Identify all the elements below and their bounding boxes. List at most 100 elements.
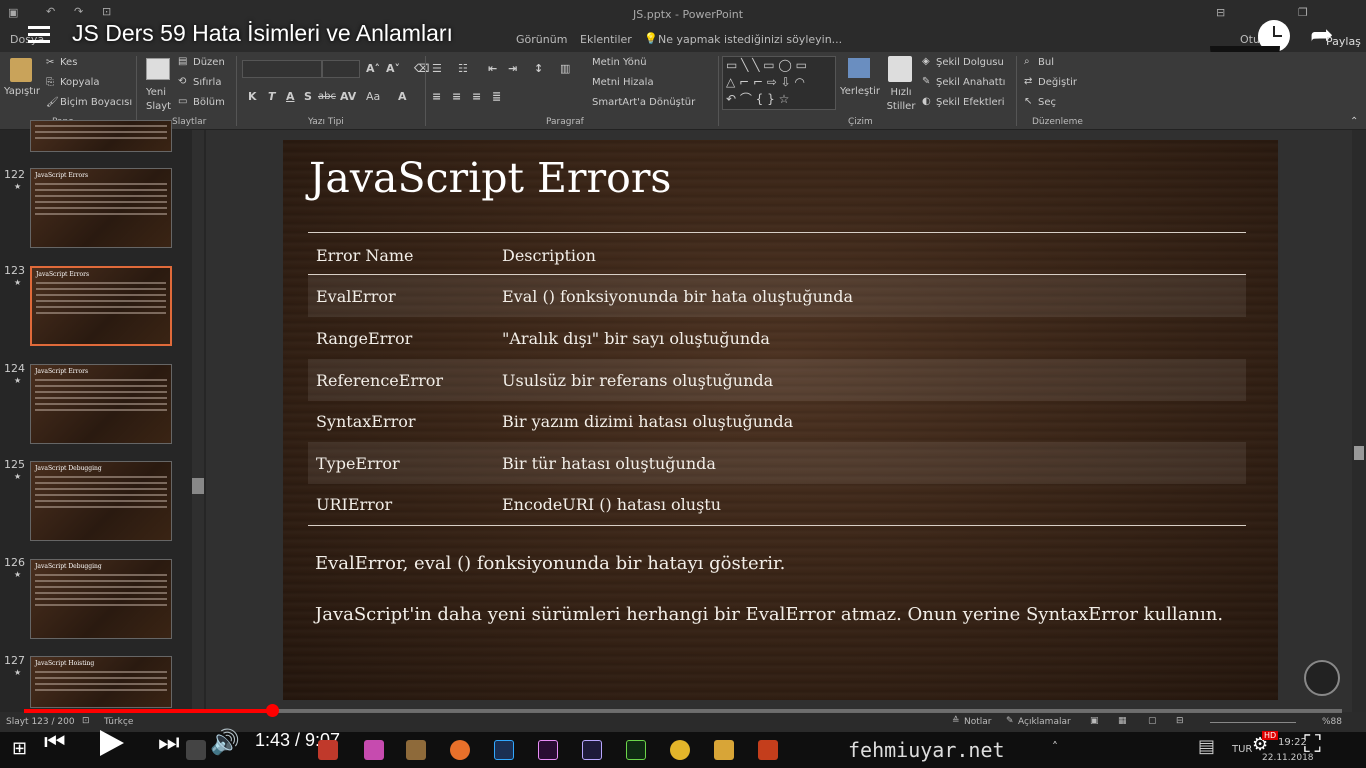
channel-logo[interactable]: [1304, 660, 1340, 696]
slide-thumbnail-125[interactable]: JavaScript Debugging: [30, 461, 172, 541]
shadow-button[interactable]: S: [304, 90, 312, 103]
justify-icon[interactable]: ≣: [492, 90, 501, 103]
find-icon[interactable]: ⌕: [1024, 56, 1030, 67]
windows-start-icon[interactable]: ⊞: [12, 738, 27, 759]
after-effects-icon[interactable]: [582, 740, 602, 760]
quick-styles-icon[interactable]: [888, 56, 912, 82]
smartart-button[interactable]: SmartArt'a Dönüştür: [592, 97, 695, 108]
italic-button[interactable]: T: [268, 90, 276, 103]
sorter-view-icon[interactable]: ▦: [1118, 716, 1127, 726]
table-row[interactable]: TypeError Bir tür hatası oluştuğunda: [308, 442, 1246, 484]
grow-font-icon[interactable]: A˄: [366, 62, 380, 75]
decrease-indent-icon[interactable]: ⇤: [488, 62, 497, 75]
bullets-icon[interactable]: ☰: [432, 62, 442, 75]
app-icon[interactable]: [318, 740, 338, 760]
share-label[interactable]: Paylaş: [1326, 35, 1361, 48]
video-title[interactable]: JS Ders 59 Hata İsimleri ve Anlamları: [72, 20, 453, 47]
reading-view-icon[interactable]: ▢: [1148, 716, 1157, 726]
select-button[interactable]: Seç: [1038, 97, 1056, 108]
premiere-icon[interactable]: [538, 740, 558, 760]
table-row[interactable]: SyntaxError Bir yazım dizimi hatası oluş…: [308, 400, 1246, 442]
menu-icon[interactable]: [28, 26, 50, 44]
notes-button[interactable]: Notlar: [964, 717, 991, 727]
previous-icon[interactable]: ⏮: [44, 728, 66, 756]
align-center-icon[interactable]: ≡: [452, 90, 461, 103]
section-icon[interactable]: ▭: [178, 96, 187, 107]
text-direction-button[interactable]: Metin Yönü: [592, 57, 647, 68]
zoom-slider[interactable]: [1210, 722, 1296, 723]
clear-format-icon[interactable]: ⌫: [414, 62, 430, 75]
line-spacing-icon[interactable]: ↕: [534, 62, 543, 75]
slide-thumbnail-124[interactable]: JavaScript Errors: [30, 364, 172, 444]
replace-button[interactable]: Değiştir: [1038, 77, 1077, 88]
reset-icon[interactable]: ⟲: [178, 76, 186, 87]
proofing-icon[interactable]: ⊡: [82, 716, 90, 726]
undo-icon[interactable]: ↶: [46, 5, 55, 18]
new-slide-button[interactable]: Yeni Slayt: [146, 86, 174, 114]
char-spacing-button[interactable]: AV: [340, 90, 356, 103]
dreamweaver-icon[interactable]: [626, 740, 646, 760]
font-size-input[interactable]: [322, 60, 360, 78]
table-header-row[interactable]: Error Name Description: [308, 234, 1246, 276]
file-explorer-icon[interactable]: [714, 740, 734, 760]
menu-view[interactable]: Görünüm: [516, 33, 567, 46]
strikethrough-button[interactable]: abc: [318, 91, 336, 102]
align-right-icon[interactable]: ≡: [472, 90, 481, 103]
shapes-gallery[interactable]: ▭ ╲ ╲ ▭ ◯ ▭ △ ⌐ ⌐ ⇨ ⇩ ◠ ↶ ⌒ { } ☆: [722, 56, 836, 110]
zoom-level[interactable]: %88: [1322, 717, 1342, 727]
copy-button[interactable]: Kopyala: [60, 77, 99, 88]
shrink-font-icon[interactable]: A˅: [386, 62, 400, 75]
paste-button[interactable]: Yapıştır: [4, 86, 40, 97]
slide-thumbnail-127[interactable]: JavaScript Hoisting: [30, 656, 172, 708]
menu-addins[interactable]: Eklentiler: [580, 33, 632, 46]
user-name[interactable]: Otu: [1240, 33, 1260, 46]
language-status[interactable]: Türkçe: [104, 717, 133, 727]
align-left-icon[interactable]: ≡: [432, 90, 441, 103]
redo-icon[interactable]: ↷: [74, 5, 83, 18]
slide-scrollbar[interactable]: [1352, 130, 1366, 712]
powerpoint-icon[interactable]: [758, 740, 778, 760]
slide-paragraph-1[interactable]: EvalError, eval () fonksiyonunda bir hat…: [315, 551, 1235, 576]
paint-icon[interactable]: [406, 740, 426, 760]
copy-icon[interactable]: ⎘: [46, 77, 54, 88]
photoshop-icon[interactable]: [494, 740, 514, 760]
play-icon[interactable]: [100, 730, 124, 756]
tell-me-input[interactable]: Ne yapmak istediğinizi söyleyin...: [658, 33, 842, 46]
slideshow-view-icon[interactable]: ⊟: [1176, 716, 1184, 726]
align-text-button[interactable]: Metni Hizala: [592, 77, 654, 88]
comments-icon[interactable]: ✎: [1006, 716, 1014, 726]
find-button[interactable]: Bul: [1038, 57, 1054, 68]
slide-title[interactable]: JavaScript Errors: [309, 154, 671, 202]
effects-icon[interactable]: ◐: [922, 96, 931, 107]
save-icon[interactable]: ▣: [8, 6, 18, 19]
comments-button[interactable]: Açıklamalar: [1018, 717, 1071, 727]
next-icon[interactable]: ⏭: [158, 728, 180, 756]
replace-icon[interactable]: ⇄: [1024, 76, 1032, 87]
cut-button[interactable]: Kes: [60, 57, 77, 68]
slide-thumbnail-126[interactable]: JavaScript Debugging: [30, 559, 172, 639]
slide-thumbnail-121[interactable]: [30, 120, 172, 152]
reset-button[interactable]: Sıfırla: [193, 77, 221, 88]
thumbnail-scroll-thumb[interactable]: [192, 478, 204, 494]
ribbon-options-icon[interactable]: ⊟: [1216, 6, 1225, 19]
slide-thumbnail-123[interactable]: JavaScript Errors: [30, 266, 172, 346]
video-scrubber[interactable]: [266, 704, 279, 717]
tray-expand-icon[interactable]: ˄: [1052, 740, 1058, 754]
restore-icon[interactable]: ❐: [1298, 6, 1308, 19]
chrome-icon[interactable]: [670, 740, 690, 760]
subtitles-icon[interactable]: ▤: [1198, 736, 1215, 757]
arrange-button[interactable]: Yerleştir: [840, 86, 880, 97]
shape-effects-button[interactable]: Şekil Efektleri: [936, 97, 1005, 108]
slide-canvas[interactable]: JavaScript Errors Error Name Description…: [283, 140, 1278, 700]
font-name-input[interactable]: [242, 60, 322, 78]
quick-styles-button[interactable]: Hızlı Stiller: [883, 86, 919, 114]
fill-icon[interactable]: ◈: [922, 56, 930, 67]
notes-icon[interactable]: ≙: [952, 716, 960, 726]
present-icon[interactable]: ⊡: [102, 5, 111, 18]
layout-button[interactable]: Düzen: [193, 57, 225, 68]
volume-icon[interactable]: 🔊: [210, 728, 240, 756]
numbering-icon[interactable]: ☷: [458, 62, 468, 75]
slide-paragraph-2[interactable]: JavaScript'in daha yeni sürümleri herhan…: [315, 602, 1235, 627]
table-row[interactable]: RangeError "Aralık dışı" bir sayı oluştu…: [308, 317, 1246, 359]
new-slide-icon[interactable]: [146, 58, 170, 80]
